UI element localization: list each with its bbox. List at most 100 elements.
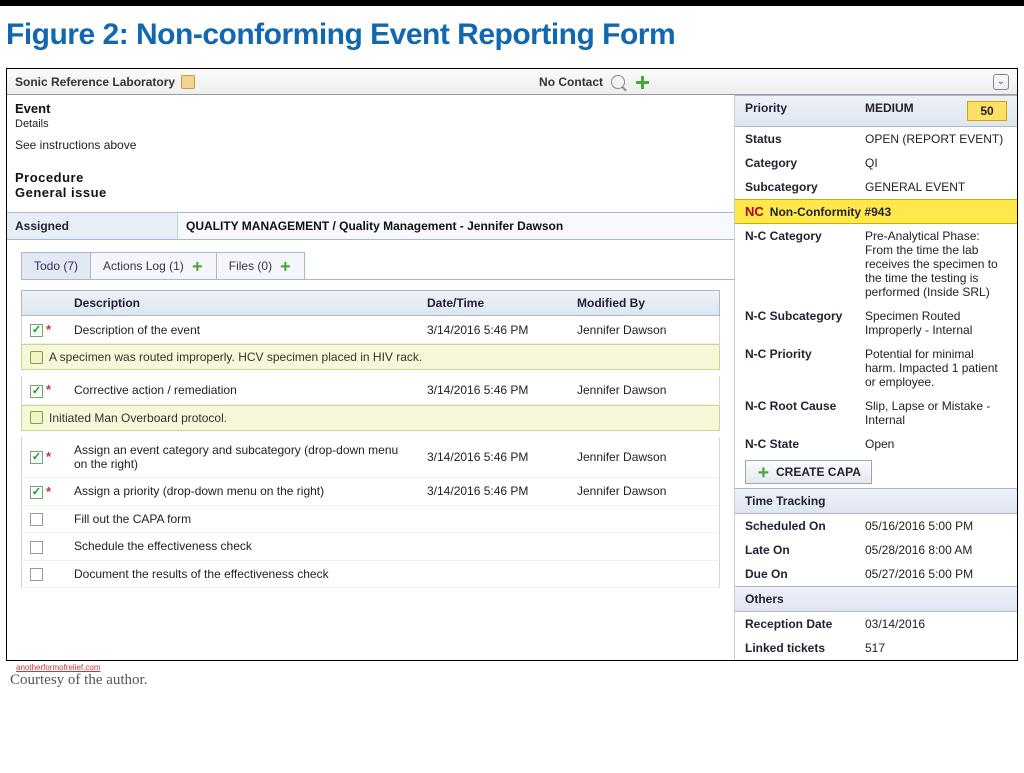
- details-label: Details: [7, 118, 734, 134]
- scheduled-on-label: Scheduled On: [745, 519, 865, 533]
- task-row: *Assign a priority (drop-down menu on th…: [21, 478, 720, 506]
- required-star: *: [46, 449, 51, 464]
- task-modified-by: Jennifer Dawson: [569, 317, 719, 343]
- document-icon[interactable]: [181, 75, 195, 89]
- tab-label: Todo (7): [34, 259, 78, 273]
- task-description: Schedule the effectiveness check: [66, 533, 419, 559]
- task-description: Document the results of the effectivenes…: [66, 561, 419, 587]
- subcategory-label: Subcategory: [745, 180, 865, 194]
- procedure-sub: General issue: [7, 185, 734, 212]
- reception-value: 03/14/2016: [865, 617, 1007, 631]
- lab-name: Sonic Reference Laboratory: [15, 75, 175, 89]
- due-on-value: 05/27/2016 5:00 PM: [865, 567, 1007, 581]
- reception-label: Reception Date: [745, 617, 865, 631]
- late-on-label: Late On: [745, 543, 865, 557]
- priority-number: 50: [967, 101, 1007, 121]
- col-modified-by: Modified By: [569, 291, 719, 315]
- late-on-value: 05/28/2016 8:00 AM: [865, 543, 1007, 557]
- plus-icon[interactable]: [280, 261, 290, 271]
- figure-caption: Courtesy of the author.: [0, 672, 1024, 697]
- task-checkbox[interactable]: [30, 486, 43, 499]
- assigned-value: QUALITY MANAGEMENT / Quality Management …: [177, 213, 734, 239]
- note-text: A specimen was routed improperly. HCV sp…: [49, 350, 422, 364]
- task-description: Assign an event category and subcategory…: [66, 437, 419, 477]
- search-icon[interactable]: [611, 75, 625, 89]
- nc-priority-label: N-C Priority: [745, 347, 865, 389]
- task-checkbox[interactable]: [30, 451, 43, 464]
- procedure-heading: Procedure: [7, 164, 734, 185]
- nc-subcategory-value: Specimen Routed Improperly - Internal: [865, 309, 1007, 337]
- app-header: Sonic Reference Laboratory No Contact ⌄: [7, 69, 1017, 95]
- nc-category-value: Pre-Analytical Phase: From the time the …: [865, 229, 1007, 299]
- task-modified-by: Jennifer Dawson: [569, 444, 719, 470]
- tab-actions-log[interactable]: Actions Log (1): [90, 252, 217, 279]
- task-datetime: [419, 513, 569, 525]
- app-frame: Sonic Reference Laboratory No Contact ⌄ …: [6, 68, 1018, 661]
- figure-title: Figure 2: Non-conforming Event Reporting…: [0, 6, 1024, 68]
- task-modified-by: Jennifer Dawson: [569, 478, 719, 504]
- details-text: See instructions above: [7, 134, 734, 164]
- tab-label: Actions Log (1): [103, 259, 184, 273]
- plus-icon[interactable]: [192, 261, 202, 271]
- event-heading: Event: [7, 95, 734, 118]
- status-label: Status: [745, 132, 865, 146]
- tab-bar: Todo (7) Actions Log (1) Files (0): [21, 252, 734, 280]
- task-modified-by: [569, 540, 719, 552]
- priority-row: Priority MEDIUM 50: [735, 95, 1017, 127]
- task-checkbox[interactable]: [30, 541, 43, 554]
- task-description: Description of the event: [66, 317, 419, 343]
- task-row: Fill out the CAPA form: [21, 506, 720, 533]
- task-modified-by: [569, 568, 719, 580]
- task-checkbox[interactable]: [30, 513, 43, 526]
- task-datetime: 3/14/2016 5:46 PM: [419, 317, 569, 343]
- task-note: Initiated Man Overboard protocol.: [21, 405, 720, 431]
- task-row: * Assign an event category and subcategor…: [21, 437, 720, 478]
- category-label: Category: [745, 156, 865, 170]
- others-heading: Others: [735, 586, 1017, 612]
- left-pane: Event Details See instructions above Pro…: [7, 95, 735, 660]
- task-checkbox[interactable]: [30, 324, 43, 337]
- assigned-bar: Assigned QUALITY MANAGEMENT / Quality Ma…: [7, 212, 734, 240]
- task-description: Fill out the CAPA form: [66, 506, 419, 532]
- task-datetime: 3/14/2016 5:46 PM: [419, 444, 569, 470]
- col-description: Description: [66, 291, 419, 315]
- task-modified-by: Jennifer Dawson: [569, 377, 719, 403]
- nc-rootcause-value: Slip, Lapse or Mistake - Internal: [865, 399, 1007, 427]
- task-modified-by: [569, 513, 719, 525]
- task-checkbox[interactable]: [30, 385, 43, 398]
- status-value: OPEN (REPORT EVENT): [865, 132, 1007, 146]
- task-description: Corrective action / remediation: [66, 377, 419, 403]
- task-row: *Corrective action / remediation3/14/201…: [21, 376, 720, 404]
- tab-label: Files (0): [229, 259, 272, 273]
- footer-credit: anotherformofrelief.com: [0, 661, 1024, 672]
- nc-badge: NC: [745, 204, 764, 219]
- nc-subcategory-label: N-C Subcategory: [745, 309, 865, 337]
- nc-state-label: N-C State: [745, 437, 865, 451]
- category-value: QI: [865, 156, 1007, 170]
- tab-files[interactable]: Files (0): [216, 252, 305, 279]
- task-table: Description Date/Time Modified By *Descr…: [21, 290, 720, 588]
- nc-priority-value: Potential for minimal harm. Impacted 1 p…: [865, 347, 1007, 389]
- priority-value: MEDIUM: [865, 101, 967, 121]
- note-icon: [30, 351, 43, 364]
- nc-state-value: Open: [865, 437, 1007, 451]
- expand-icon[interactable]: ⌄: [993, 74, 1009, 90]
- task-datetime: 3/14/2016 5:46 PM: [419, 478, 569, 504]
- task-row: *Description of the event3/14/2016 5:46 …: [21, 316, 720, 344]
- note-text: Initiated Man Overboard protocol.: [49, 411, 227, 425]
- create-capa-label: CREATE CAPA: [776, 465, 861, 479]
- add-contact-icon[interactable]: [635, 75, 649, 89]
- task-datetime: [419, 540, 569, 552]
- task-row: Schedule the effectiveness check: [21, 533, 720, 560]
- due-on-label: Due On: [745, 567, 865, 581]
- task-checkbox[interactable]: [30, 568, 43, 581]
- scheduled-on-value: 05/16/2016 5:00 PM: [865, 519, 1007, 533]
- note-icon: [30, 411, 43, 424]
- create-capa-button[interactable]: CREATE CAPA: [745, 460, 872, 484]
- task-note: A specimen was routed improperly. HCV sp…: [21, 344, 720, 370]
- priority-label: Priority: [745, 101, 865, 121]
- nc-banner[interactable]: NC Non-Conformity #943: [735, 199, 1017, 224]
- nc-category-label: N-C Category: [745, 229, 865, 299]
- right-pane: Priority MEDIUM 50 StatusOPEN (REPORT EV…: [735, 95, 1017, 660]
- tab-todo[interactable]: Todo (7): [21, 252, 91, 279]
